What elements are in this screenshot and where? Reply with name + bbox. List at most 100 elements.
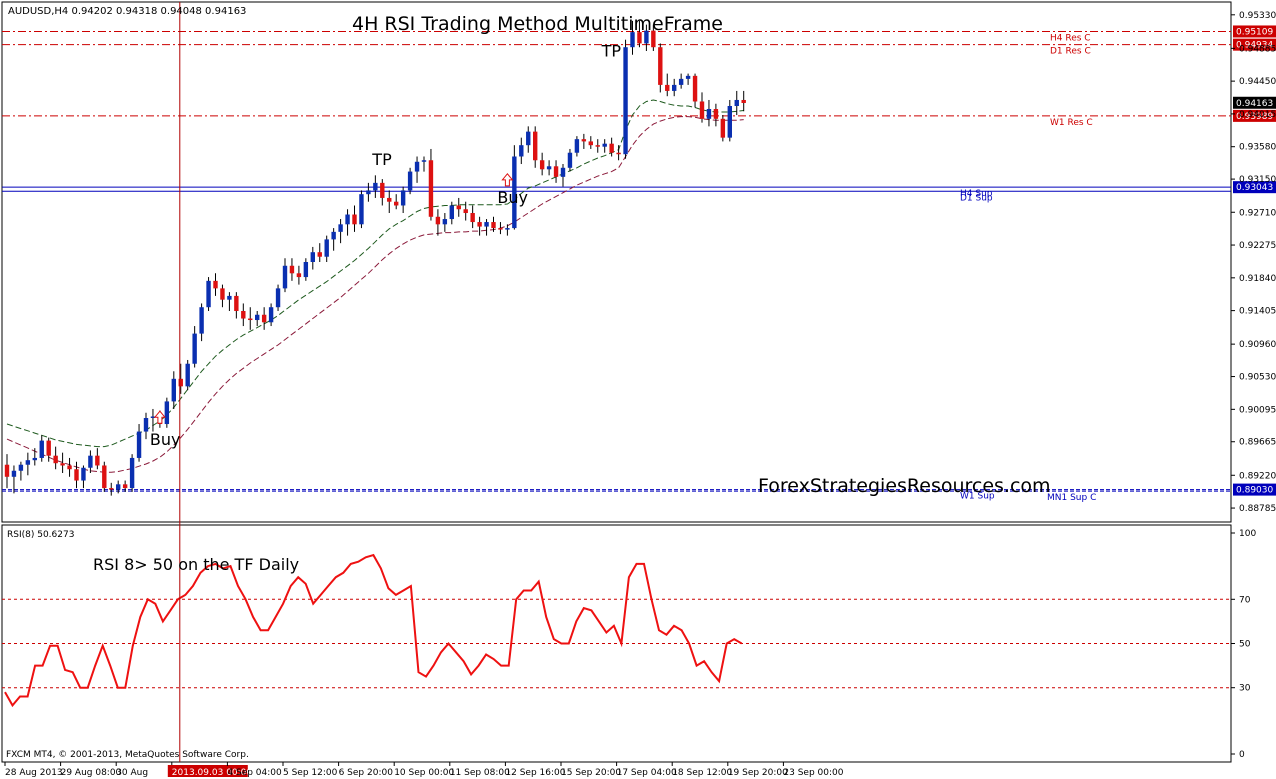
candle-body bbox=[261, 314, 267, 323]
candle-body bbox=[720, 118, 726, 138]
rsi-tick-label: 70 bbox=[1239, 595, 1251, 605]
candle-body bbox=[143, 418, 149, 432]
candle-body bbox=[727, 106, 732, 138]
time-tick-label: 23 Sep 00:00 bbox=[783, 768, 843, 778]
rsi-tick-label: 30 bbox=[1239, 684, 1251, 694]
candle-body bbox=[546, 166, 552, 170]
candle-body bbox=[296, 273, 302, 278]
candle-body bbox=[373, 182, 378, 191]
candle-body bbox=[692, 75, 698, 102]
candle-body bbox=[220, 288, 225, 300]
level-label: W1 Res C bbox=[1050, 118, 1093, 128]
candle-body bbox=[25, 460, 31, 465]
candle-body bbox=[533, 131, 538, 161]
price-tick-label: 0.89665 bbox=[1239, 438, 1276, 448]
level-price-tag-text: 0.95109 bbox=[1236, 27, 1273, 37]
price-tick-label: 0.90530 bbox=[1239, 373, 1276, 383]
level-label: MN1 Sup C bbox=[1047, 493, 1096, 503]
time-tick-label: 6 Sep 20:00 bbox=[339, 768, 394, 778]
time-tick-label: 17 Sep 04:00 bbox=[617, 768, 677, 778]
candle-body bbox=[317, 252, 322, 257]
candle-body bbox=[407, 171, 413, 191]
price-tick-label: 0.90095 bbox=[1239, 405, 1276, 415]
time-tick-label: 18 Sep 12:00 bbox=[672, 768, 732, 778]
time-tick-label: 28 Aug 2013 bbox=[5, 768, 63, 778]
candle-body bbox=[595, 145, 600, 147]
time-tick-label: 30 Aug bbox=[116, 768, 148, 778]
symbol-info: AUDUSD,H4 0.94202 0.94318 0.94048 0.9416… bbox=[8, 6, 246, 17]
candle-body bbox=[734, 99, 739, 106]
candle-body bbox=[678, 78, 684, 85]
candle-body bbox=[39, 440, 44, 458]
chart-annotation: Buy bbox=[497, 188, 528, 207]
trading-chart[interactable]: H4 Res C0.95109D1 Res C0.94934W1 Res C0.… bbox=[0, 0, 1276, 779]
candle-body bbox=[706, 109, 712, 119]
candle-body bbox=[672, 84, 677, 91]
candle-body bbox=[456, 205, 461, 210]
candle-body bbox=[442, 219, 448, 225]
candle-body bbox=[213, 280, 218, 289]
candle-body bbox=[526, 131, 531, 146]
time-tick-label: 12 Sep 16:00 bbox=[505, 768, 565, 778]
candle-body bbox=[685, 75, 691, 79]
time-tick-label: 11 Sep 08:00 bbox=[450, 768, 510, 778]
price-tick-label: 0.93580 bbox=[1239, 143, 1276, 153]
price-panel bbox=[1, 1, 1232, 523]
chart-annotation: Buy bbox=[150, 430, 181, 449]
candle-body bbox=[602, 143, 607, 147]
candle-body bbox=[60, 463, 65, 466]
candle-body bbox=[609, 143, 614, 153]
level-label: D1 Sup bbox=[960, 193, 993, 203]
footer-copyright: FXCM MT4, © 2001-2013, MetaQuotes Softwa… bbox=[6, 750, 249, 760]
price-axis: 0.95330 0.94885 0.94450 0.94015 0.93580 0.931… bbox=[1231, 11, 1276, 514]
price-tick-label: 0.91840 bbox=[1239, 274, 1276, 284]
candle-body bbox=[741, 99, 746, 103]
time-tick-label: 19 Sep 20:00 bbox=[728, 768, 788, 778]
candle-body bbox=[338, 224, 343, 232]
candle-body bbox=[88, 455, 93, 468]
candle-body bbox=[185, 363, 190, 387]
price-tick-label: 0.92710 bbox=[1239, 208, 1276, 218]
candle-body bbox=[241, 310, 246, 319]
candle-body bbox=[505, 228, 510, 230]
candle-body bbox=[553, 166, 559, 177]
candle-body bbox=[136, 431, 142, 458]
candle-body bbox=[192, 333, 197, 364]
candle-body bbox=[345, 214, 350, 225]
time-tick-label: 10 Sep 00:00 bbox=[394, 768, 454, 778]
price-tick-label: 0.89220 bbox=[1239, 471, 1276, 481]
candle-body bbox=[74, 469, 79, 481]
candle-body bbox=[32, 457, 37, 461]
rsi-tick-label: 50 bbox=[1239, 640, 1251, 650]
candle-body bbox=[477, 222, 482, 227]
candle-body bbox=[352, 214, 357, 225]
candle-body bbox=[95, 455, 100, 466]
candle-body bbox=[4, 464, 10, 477]
candle-body bbox=[268, 307, 274, 323]
candle-body bbox=[449, 205, 454, 220]
candle-body bbox=[421, 160, 427, 162]
chart-title: 4H RSI Trading Method MultitimeFrame bbox=[352, 13, 723, 35]
level-label: D1 Res C bbox=[1050, 47, 1091, 57]
time-tick-label: 29 Aug 08:00 bbox=[61, 768, 122, 778]
candle-body bbox=[109, 488, 114, 490]
time-tick-label: 15 Sep 20:00 bbox=[561, 768, 621, 778]
candle-body bbox=[519, 145, 524, 157]
candle-body bbox=[498, 228, 503, 230]
candle-body bbox=[102, 465, 107, 489]
candle-body bbox=[11, 470, 17, 477]
candle-body bbox=[234, 295, 239, 311]
candle-body bbox=[463, 209, 468, 214]
candle-body bbox=[713, 109, 719, 119]
candle-body bbox=[400, 190, 406, 206]
rsi-tick-label: 100 bbox=[1239, 529, 1256, 539]
candle-body bbox=[567, 152, 573, 168]
candle-body bbox=[491, 222, 496, 229]
price-tick-label: 0.95330 bbox=[1239, 11, 1276, 21]
price-tick-label: 0.94885 bbox=[1239, 44, 1276, 54]
candle-body bbox=[331, 231, 336, 240]
candle-body bbox=[428, 160, 434, 217]
candle-body bbox=[178, 378, 183, 387]
level-price-tag-text: 0.89030 bbox=[1236, 486, 1273, 496]
candle-body bbox=[484, 222, 489, 227]
